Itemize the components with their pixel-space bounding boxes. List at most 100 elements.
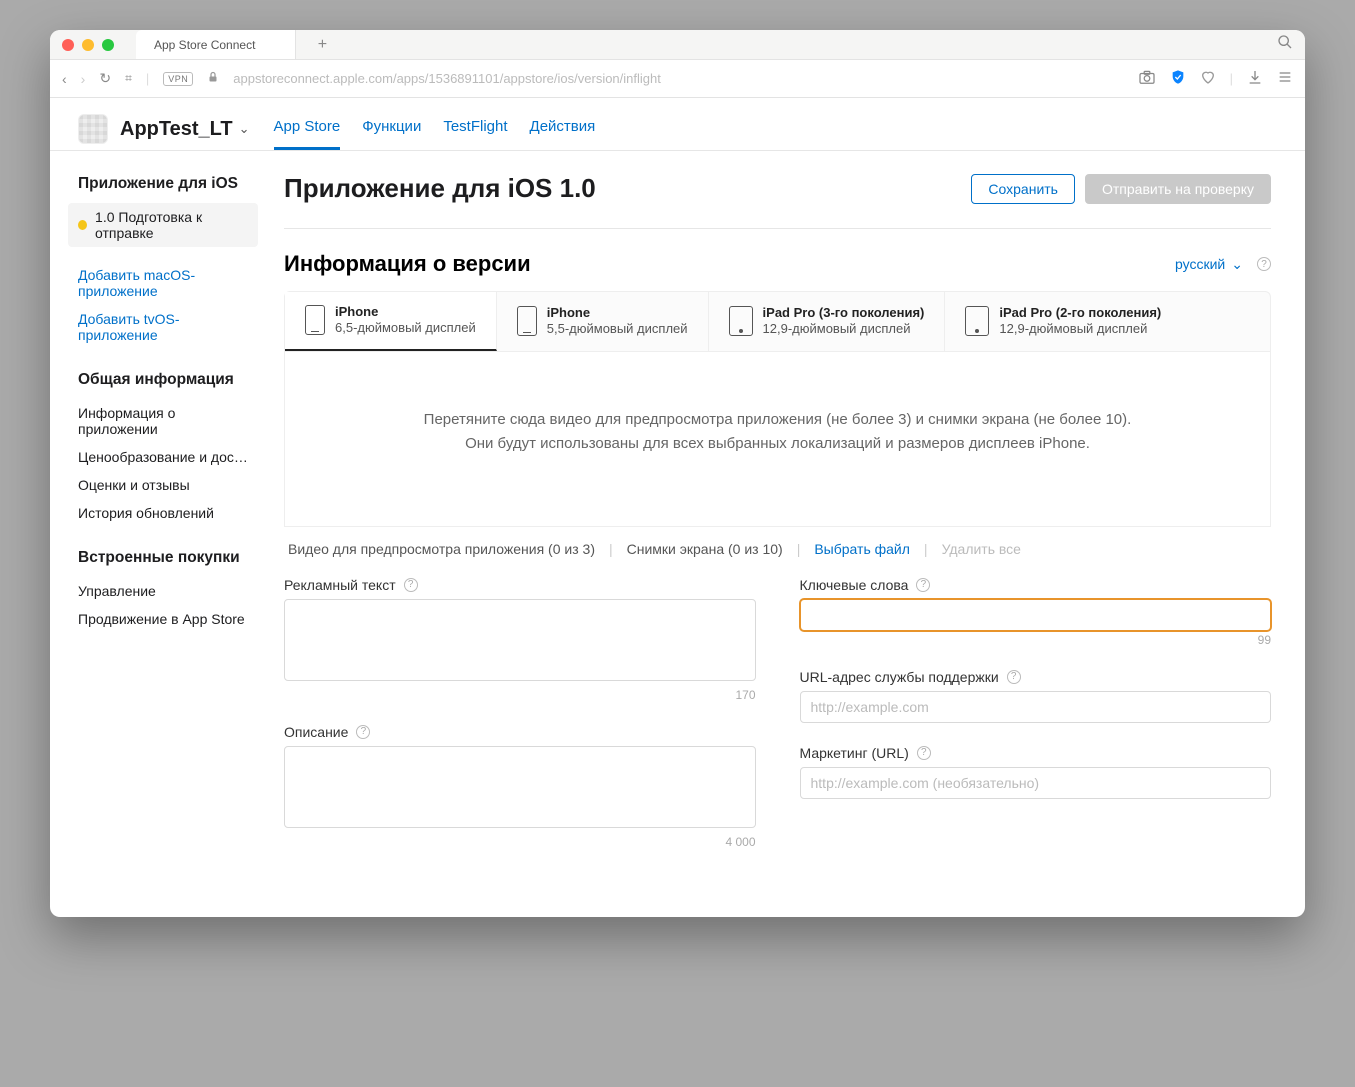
keywords-label: Ключевые слова xyxy=(800,577,909,593)
heart-icon[interactable] xyxy=(1200,69,1216,88)
preview-count: Видео для предпросмотра приложения (0 из… xyxy=(288,541,595,557)
sidebar-iap-title: Встроенные покупки xyxy=(78,549,250,567)
delete-all-link[interactable]: Удалить все xyxy=(942,541,1021,557)
sidebar-add-tvos[interactable]: Добавить tvOS-приложение xyxy=(78,305,250,349)
new-tab-button[interactable]: + xyxy=(308,31,336,59)
tabbar-search-icon[interactable] xyxy=(1277,34,1305,55)
sidebar-iap-promote[interactable]: Продвижение в App Store xyxy=(78,605,250,633)
phone-icon xyxy=(305,305,325,335)
media-dropzone[interactable]: Перетяните сюда видео для предпросмотра … xyxy=(284,352,1271,527)
choose-file-link[interactable]: Выбрать файл xyxy=(814,541,910,557)
reload-button[interactable]: ↻ xyxy=(99,70,111,87)
sidebar-pricing[interactable]: Ценообразование и доступно… xyxy=(78,443,250,471)
browser-window: App Store Connect + ‹ › ↻ ⌗ | VPN appsto… xyxy=(50,30,1305,917)
sidebar-version-status[interactable]: 1.0 Подготовка к отправке xyxy=(68,203,258,247)
sidebar-ios-title: Приложение для iOS xyxy=(78,175,250,193)
device-name: iPad Pro (3-го поколения) xyxy=(763,305,925,321)
status-text: 1.0 Подготовка к отправке xyxy=(95,209,248,241)
help-icon[interactable]: ? xyxy=(916,578,930,592)
nav-tabs: App Store Функции TestFlight Действия xyxy=(274,108,596,150)
app-header: AppTest_LT ⌄ App Store Функции TestFligh… xyxy=(50,98,1305,151)
promo-counter: 170 xyxy=(284,688,756,702)
window-close-button[interactable] xyxy=(62,39,74,51)
browser-tab[interactable]: App Store Connect xyxy=(136,30,296,59)
keywords-input[interactable] xyxy=(800,599,1272,631)
tablet-icon xyxy=(965,306,989,336)
support-url-label: URL-адрес службы поддержки xyxy=(800,669,999,685)
help-icon[interactable]: ? xyxy=(1007,670,1021,684)
device-tab-iphone55[interactable]: iPhone 5,5-дюймовый дисплей xyxy=(497,292,709,351)
sidebar-add-macos[interactable]: Добавить macOS-приложение xyxy=(78,261,250,305)
camera-icon[interactable] xyxy=(1138,70,1156,87)
dropzone-text-2: Они будут использованы для всех выбранны… xyxy=(315,432,1240,456)
main-area: Приложение для iOS 1.0 Подготовка к отпр… xyxy=(50,151,1305,917)
device-name: iPad Pro (2-го поколения) xyxy=(999,305,1161,321)
apps-grid-icon[interactable]: ⌗ xyxy=(125,71,132,86)
desc-label: Описание xyxy=(284,724,348,740)
tab-app-store[interactable]: App Store xyxy=(274,108,341,150)
device-size: 12,9-дюймовый дисплей xyxy=(763,321,925,337)
submit-button[interactable]: Отправить на проверку xyxy=(1085,174,1271,204)
nav-forward-button[interactable]: › xyxy=(81,71,86,87)
help-icon[interactable]: ? xyxy=(917,746,931,760)
chevron-down-icon: ⌄ xyxy=(239,121,250,137)
titlebar: App Store Connect + xyxy=(50,30,1305,60)
menu-icon[interactable] xyxy=(1277,69,1293,88)
window-zoom-button[interactable] xyxy=(102,39,114,51)
tab-features[interactable]: Функции xyxy=(362,108,421,150)
downloads-icon[interactable] xyxy=(1247,69,1263,88)
device-name: iPhone xyxy=(547,305,688,321)
device-name: iPhone xyxy=(335,304,476,320)
status-dot-icon xyxy=(78,220,87,230)
media-footer: Видео для предпросмотра приложения (0 из… xyxy=(284,537,1271,577)
marketing-url-input[interactable] xyxy=(800,767,1272,799)
device-tab-iphone65[interactable]: iPhone 6,5-дюймовый дисплей xyxy=(285,292,497,351)
help-icon[interactable]: ? xyxy=(356,725,370,739)
sidebar-reviews[interactable]: Оценки и отзывы xyxy=(78,471,250,499)
tablet-icon xyxy=(729,306,753,336)
app-selector[interactable]: AppTest_LT ⌄ xyxy=(120,118,250,141)
sidebar: Приложение для iOS 1.0 Подготовка к отпр… xyxy=(50,151,250,917)
sidebar-history[interactable]: История обновлений xyxy=(78,499,250,527)
nav-back-button[interactable]: ‹ xyxy=(62,71,67,87)
keywords-counter: 99 xyxy=(800,633,1272,647)
promo-label: Рекламный текст xyxy=(284,577,396,593)
support-url-input[interactable] xyxy=(800,691,1272,723)
device-tab-ipad2[interactable]: iPad Pro (2-го поколения) 12,9-дюймовый … xyxy=(945,292,1181,351)
divider xyxy=(284,228,1271,229)
form-grid: Рекламный текст ? 170 Описание ? 4 000 xyxy=(284,577,1271,871)
language-selector[interactable]: русский ⌄ ? xyxy=(1175,256,1271,273)
promo-textarea[interactable] xyxy=(284,599,756,681)
page-title: Приложение для iOS 1.0 xyxy=(284,173,596,204)
app-icon xyxy=(78,114,108,144)
device-tabs: iPhone 6,5-дюймовый дисплей iPhone 5,5-д… xyxy=(284,291,1271,352)
help-icon[interactable]: ? xyxy=(1257,257,1271,271)
screenshot-count: Снимки экрана (0 из 10) xyxy=(627,541,783,557)
version-info-title: Информация о версии xyxy=(284,251,531,277)
sidebar-app-info[interactable]: Информация о приложении xyxy=(78,399,250,443)
tab-testflight[interactable]: TestFlight xyxy=(443,108,507,150)
language-label: русский xyxy=(1175,256,1225,272)
desc-counter: 4 000 xyxy=(284,835,756,849)
sidebar-general-title: Общая информация xyxy=(78,371,250,389)
chevron-down-icon: ⌄ xyxy=(1231,256,1243,273)
content: Приложение для iOS 1.0 Сохранить Отправи… xyxy=(250,151,1305,917)
sidebar-iap-manage[interactable]: Управление xyxy=(78,577,250,605)
shield-icon[interactable] xyxy=(1170,69,1186,88)
phone-icon xyxy=(517,306,537,336)
tab-title: App Store Connect xyxy=(154,38,255,52)
window-minimize-button[interactable] xyxy=(82,39,94,51)
device-size: 12,9-дюймовый дисплей xyxy=(999,321,1161,337)
browser-toolbar: ‹ › ↻ ⌗ | VPN appstoreconnect.apple.com/… xyxy=(50,60,1305,98)
address-bar[interactable]: appstoreconnect.apple.com/apps/153689110… xyxy=(233,71,661,86)
device-size: 6,5-дюймовый дисплей xyxy=(335,320,476,336)
lock-icon xyxy=(207,70,219,87)
marketing-url-label: Маркетинг (URL) xyxy=(800,745,909,761)
device-tab-ipad3[interactable]: iPad Pro (3-го поколения) 12,9-дюймовый … xyxy=(709,292,946,351)
desc-textarea[interactable] xyxy=(284,746,756,828)
tab-activity[interactable]: Действия xyxy=(530,108,596,150)
vpn-badge[interactable]: VPN xyxy=(163,72,193,86)
save-button[interactable]: Сохранить xyxy=(971,174,1075,204)
help-icon[interactable]: ? xyxy=(404,578,418,592)
dropzone-text-1: Перетяните сюда видео для предпросмотра … xyxy=(315,408,1240,432)
